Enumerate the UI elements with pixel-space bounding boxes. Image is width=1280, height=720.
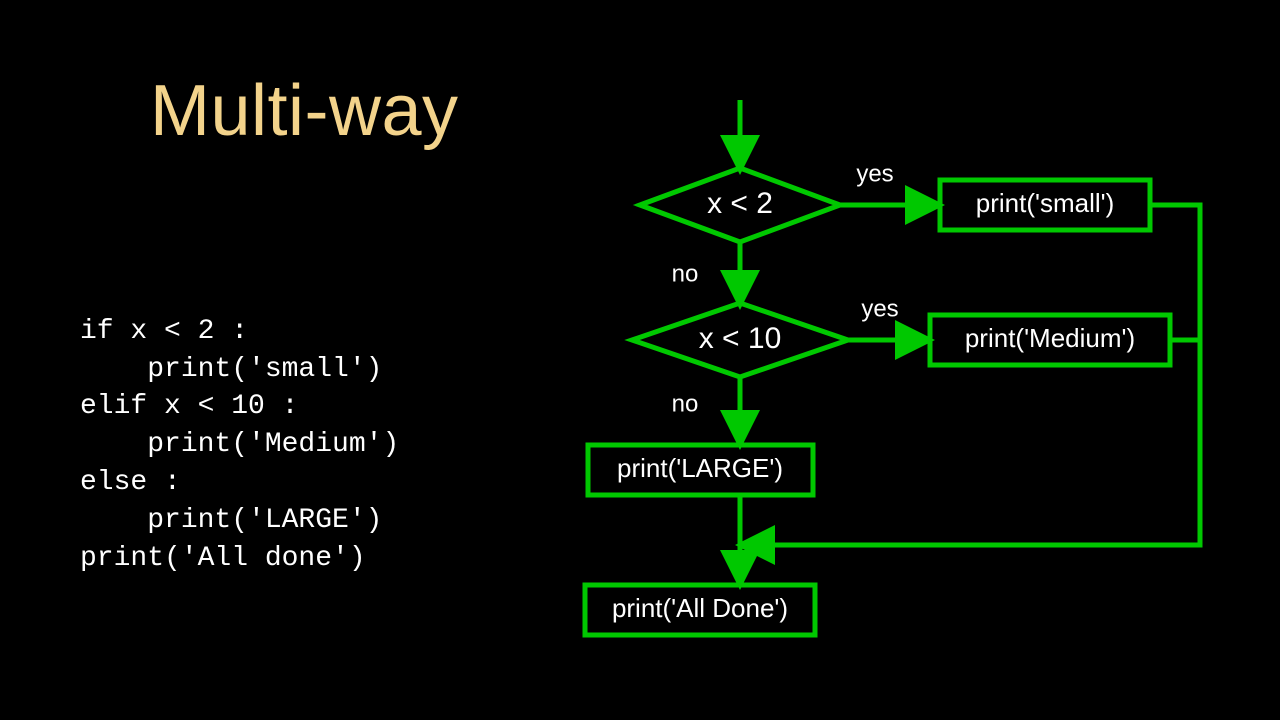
box-print-small-text: print('small') [976,188,1115,218]
flowchart: x < 2 yes print('small') no x < 10 yes p… [0,0,1280,720]
box-print-all-done-text: print('All Done') [612,593,788,623]
label-yes-1: yes [856,160,893,187]
label-no-1: no [672,260,699,287]
decision-2-text: x < 10 [699,322,782,355]
slide-stage: Multi-way if x < 2 : print('small') elif… [0,0,1280,720]
box-print-large-text: print('LARGE') [617,453,783,483]
label-yes-2: yes [861,295,898,322]
label-no-2: no [672,390,699,417]
box-print-medium-text: print('Medium') [965,323,1135,353]
decision-1-text: x < 2 [707,187,773,220]
